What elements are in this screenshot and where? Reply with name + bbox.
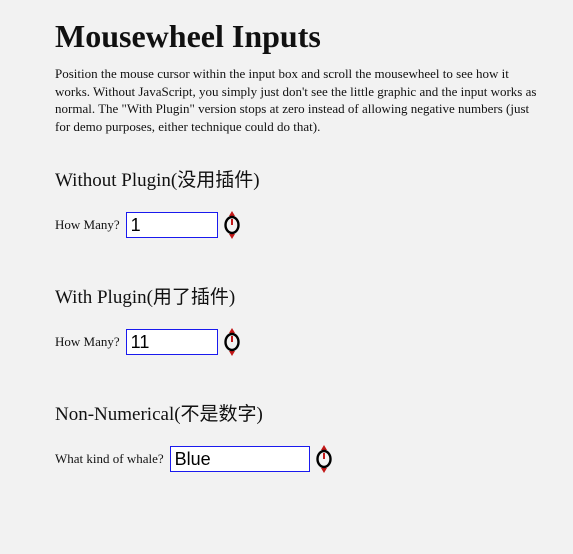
section-with-plugin: With Plugin(用了插件) How Many?	[55, 282, 545, 357]
quantity-input[interactable]	[126, 212, 218, 238]
page-description: Position the mouse cursor within the inp…	[55, 65, 545, 135]
page-title: Mousewheel Inputs	[55, 18, 545, 55]
field-label: How Many?	[55, 217, 120, 233]
section-without-plugin: Without Plugin(没用插件) How Many?	[55, 165, 545, 240]
field-label: What kind of whale?	[55, 451, 164, 467]
section-heading: Non-Numerical(不是数字)	[55, 399, 545, 426]
mousewheel-icon	[222, 327, 242, 357]
mousewheel-icon	[314, 444, 334, 474]
section-heading: With Plugin(用了插件)	[55, 282, 545, 309]
field-row: How Many?	[55, 327, 545, 357]
section-non-numerical: Non-Numerical(不是数字) What kind of whale?	[55, 399, 545, 474]
field-row: How Many?	[55, 210, 545, 240]
quantity-input[interactable]	[126, 329, 218, 355]
whale-type-input[interactable]	[170, 446, 310, 472]
section-heading: Without Plugin(没用插件)	[55, 165, 545, 192]
field-row: What kind of whale?	[55, 444, 545, 474]
mousewheel-icon	[222, 210, 242, 240]
field-label: How Many?	[55, 334, 120, 350]
